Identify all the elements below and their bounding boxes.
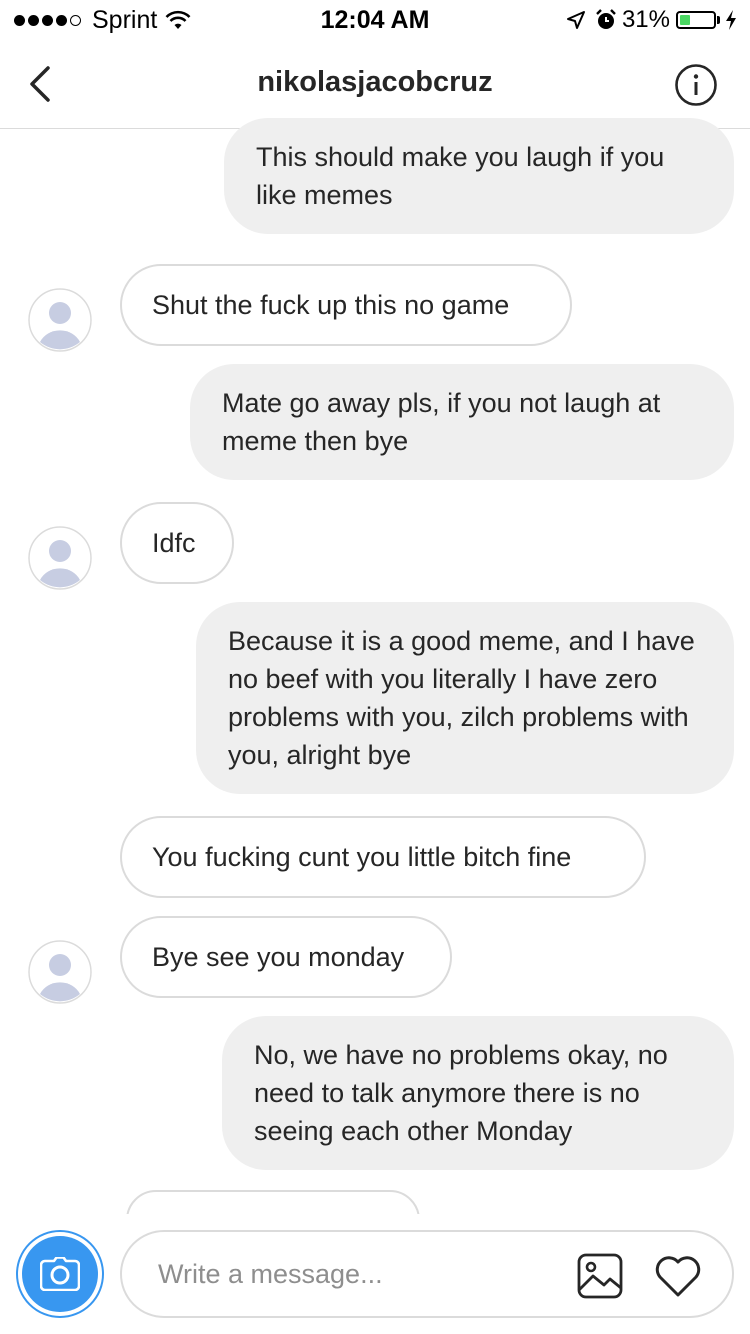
conversation-username[interactable]: nikolasjacobcruz	[0, 66, 750, 99]
heart-icon[interactable]	[652, 1250, 704, 1302]
sent-message-bubble[interactable]: Because it is a good meme, and I have no…	[196, 602, 734, 794]
message-composer	[120, 1230, 734, 1318]
sent-message-bubble[interactable]: This should make you laugh if you like m…	[224, 118, 734, 234]
battery-level-fill	[680, 15, 690, 25]
avatar-placeholder-icon[interactable]	[28, 526, 92, 590]
next-message-bubble-clip	[120, 1190, 420, 1214]
camera-icon	[40, 1257, 80, 1291]
avatar-placeholder-icon[interactable]	[28, 940, 92, 1004]
sent-message-bubble[interactable]: No, we have no problems okay, no need to…	[222, 1016, 734, 1170]
conversation-header: nikolasjacobcruz	[0, 40, 750, 129]
message-input[interactable]	[158, 1252, 538, 1296]
avatar-placeholder-icon[interactable]	[28, 288, 92, 352]
battery-percentage: 31%	[621, 6, 670, 33]
received-message-bubble[interactable]: You fucking cunt you little bitch fine	[120, 816, 646, 898]
camera-button-fill	[22, 1236, 98, 1312]
camera-button[interactable]	[16, 1230, 104, 1318]
sent-message-bubble[interactable]: Mate go away pls, if you not laugh at me…	[190, 364, 734, 480]
received-message-bubble[interactable]: Idfc	[120, 502, 234, 584]
gallery-icon[interactable]	[576, 1252, 624, 1300]
battery-tip	[717, 16, 720, 24]
received-message-bubble[interactable]: Shut the fuck up this no game	[120, 264, 572, 346]
partially-visible-message-bubble	[126, 1190, 420, 1214]
status-right: 31%	[566, 6, 738, 34]
received-message-bubble[interactable]: Bye see you monday	[120, 916, 452, 998]
info-icon[interactable]	[674, 63, 718, 107]
status-bar: Sprint 12:04 AM 31%	[0, 0, 750, 40]
alarm-icon	[596, 9, 616, 29]
charging-bolt-icon	[726, 10, 736, 30]
battery-icon	[676, 11, 716, 29]
location-arrow-icon	[566, 11, 585, 29]
